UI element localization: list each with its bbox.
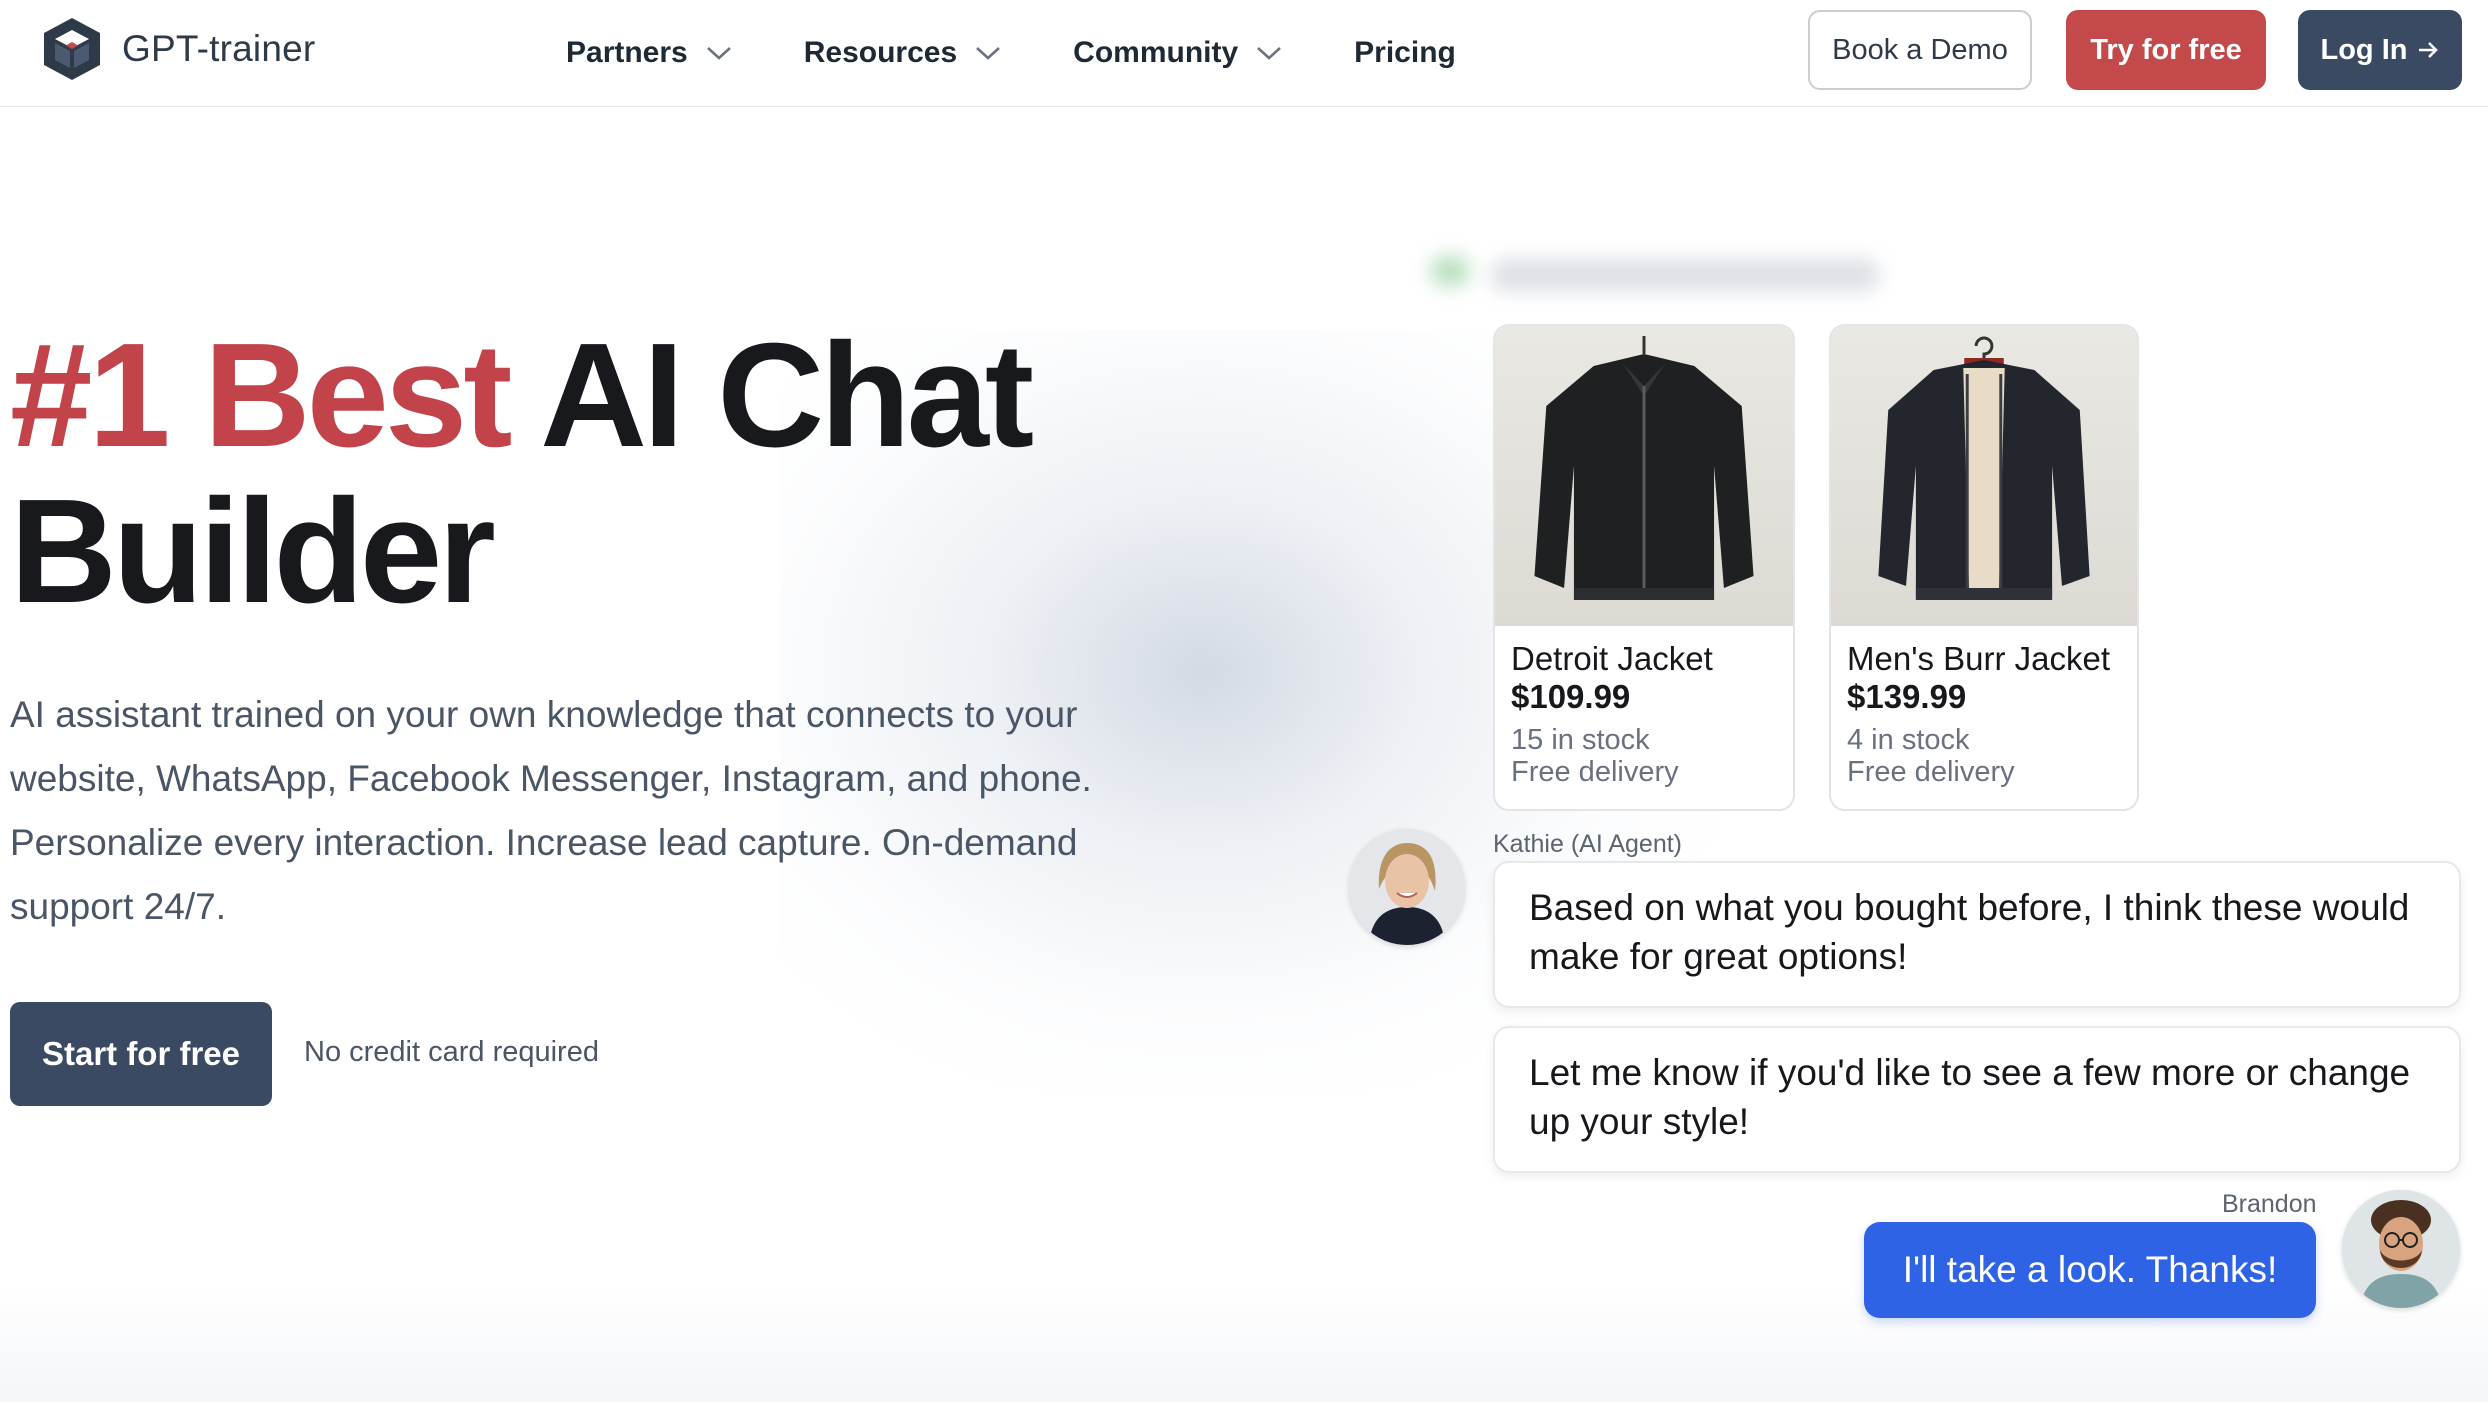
- user-name-label: Brandon: [2222, 1190, 2317, 1218]
- chevron-down-icon: [1257, 47, 1282, 60]
- man-avatar-icon: [2342, 1190, 2460, 1308]
- nav-item-resources[interactable]: Resources: [804, 36, 1001, 70]
- agent-message-bubble: Let me know if you'd like to see a few m…: [1493, 1026, 2461, 1173]
- product-price: $109.99: [1511, 678, 1631, 715]
- top-navbar: GPT-trainer Partners Resources Community…: [0, 0, 2488, 107]
- product-card-detroit-jacket[interactable]: Detroit Jacket $109.99 15 in stock Free …: [1493, 324, 1795, 811]
- nav-label: Resources: [803, 36, 958, 69]
- blurred-status-dot: [1430, 256, 1470, 286]
- agent-message-bubble: Based on what you bought before, I think…: [1493, 861, 2461, 1008]
- nav-label: Community: [1073, 36, 1239, 69]
- log-in-label: Log In: [2320, 33, 2408, 66]
- product-delivery: Free delivery: [1511, 756, 1679, 788]
- product-price: $139.99: [1847, 678, 1967, 715]
- product-info: Men's Burr Jacket $139.99 4 in stock Fre…: [1831, 626, 2137, 788]
- hero-title-accent: #1 Best: [10, 313, 513, 478]
- hexagon-cube-logo-icon: [44, 18, 100, 80]
- no-credit-card-note: No credit card required: [304, 1036, 599, 1068]
- product-stock: 4 in stock: [1847, 724, 1970, 756]
- hero-title-line2: Builder: [10, 469, 496, 634]
- hero-title-rest: AI Chat: [508, 313, 1034, 478]
- main-nav: Partners Resources Community Pricing: [566, 0, 1528, 106]
- book-demo-button[interactable]: Book a Demo: [1808, 10, 2032, 90]
- chevron-down-icon: [976, 47, 1001, 60]
- nav-item-pricing[interactable]: Pricing: [1354, 36, 1456, 70]
- nav-item-partners[interactable]: Partners: [566, 36, 732, 70]
- arrow-right-icon: [2419, 42, 2439, 58]
- hero-subtitle: AI assistant trained on your own knowled…: [10, 694, 1092, 927]
- jacket-icon: [1878, 336, 2090, 600]
- product-card-mens-burr-jacket[interactable]: Men's Burr Jacket $139.99 4 in stock Fre…: [1829, 324, 2139, 811]
- agent-avatar: [1349, 829, 1465, 945]
- user-avatar: [2342, 1190, 2460, 1308]
- jacket-image: [1495, 326, 1793, 626]
- product-name: Detroit Jacket: [1511, 640, 1713, 677]
- hero-title: #1 Best AI Chat Builder: [10, 318, 1034, 630]
- product-delivery: Free delivery: [1847, 756, 2015, 788]
- nav-item-community[interactable]: Community: [1073, 36, 1282, 70]
- try-for-free-button[interactable]: Try for free: [2066, 10, 2266, 90]
- log-in-button[interactable]: Log In: [2298, 10, 2462, 90]
- agent-name-label: Kathie (AI Agent): [1493, 830, 1683, 858]
- start-for-free-button[interactable]: Start for free: [10, 1002, 272, 1106]
- chevron-down-icon: [706, 47, 731, 60]
- brand-name: GPT-trainer: [122, 28, 316, 69]
- jacket-image: [1831, 326, 2137, 626]
- nav-label: Pricing: [1354, 36, 1456, 69]
- brand-logo[interactable]: GPT-trainer: [38, 16, 315, 82]
- jacket-icon: [1534, 336, 1754, 600]
- nav-label: Partners: [566, 36, 688, 69]
- woman-avatar-icon: [1349, 829, 1465, 945]
- product-name: Men's Burr Jacket: [1847, 640, 2111, 677]
- blurred-message: [1490, 258, 1880, 292]
- product-info: Detroit Jacket $109.99 15 in stock Free …: [1495, 626, 1793, 788]
- user-message-bubble: I'll take a look. Thanks!: [1864, 1222, 2316, 1318]
- product-stock: 15 in stock: [1511, 724, 1650, 756]
